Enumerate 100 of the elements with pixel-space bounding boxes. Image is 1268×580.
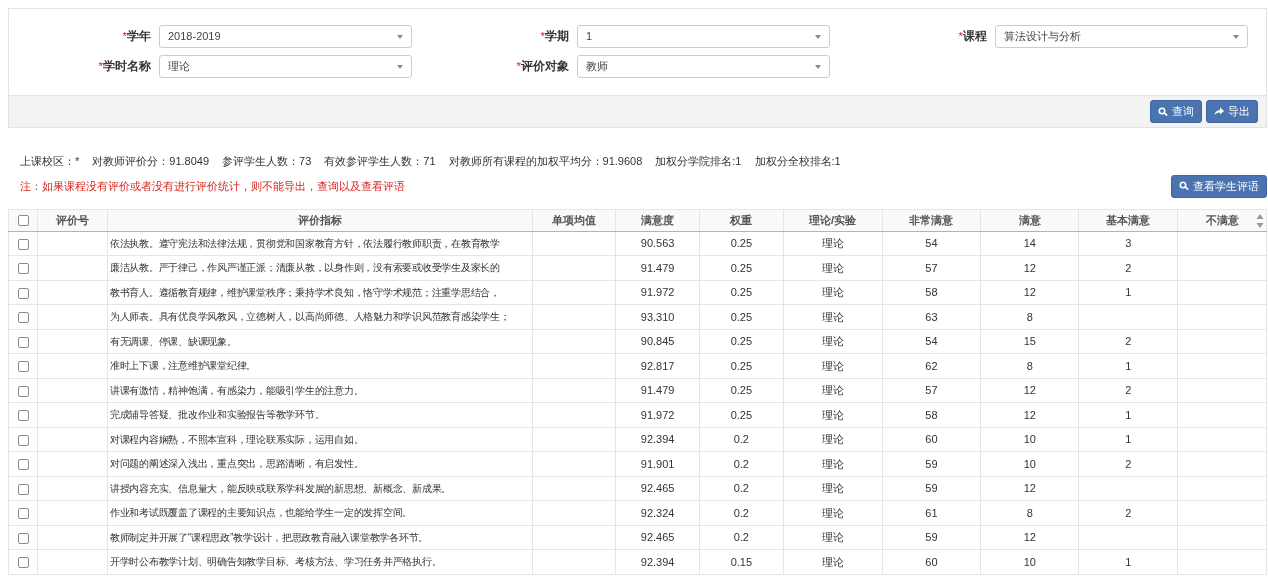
table-cell: 理论 (821, 335, 844, 347)
scroll-arrows-icon[interactable] (1256, 212, 1264, 229)
table-cell: 62 (925, 359, 938, 372)
table-cell: 理论 (821, 384, 844, 396)
field-label: *评价对象 (515, 58, 570, 74)
field-label: *课程 (957, 28, 988, 44)
table-cell: 12 (1023, 384, 1036, 396)
select-field[interactable]: 2018-2019 (159, 25, 412, 48)
row-checkbox[interactable] (17, 263, 29, 275)
table-cell: 理论 (821, 310, 844, 323)
table-cell: 0.2 (733, 482, 749, 494)
table-cell: 91.901 (640, 457, 675, 470)
table-cell: 91.479 (640, 261, 675, 274)
table-cell: 90.845 (640, 335, 675, 347)
table-cell: 92.394 (640, 555, 675, 568)
table-cell: 12 (1023, 408, 1036, 421)
dropdown-caret-icon (1233, 34, 1239, 39)
table-cell: 讲授内容充实、信息量大，能反映或联系学科发展的新思想、新概念、新成果。 (109, 482, 452, 494)
table-cell: 讲课有激情，精神饱满，有感染力，能吸引学生的注意力。 (109, 384, 364, 396)
table-cell: 91.479 (640, 384, 675, 396)
search-icon (1179, 181, 1189, 191)
table-cell: 开学时公布教学计划、明确告知教学目标、考核方法、学习任务并严格执行。 (109, 556, 442, 568)
table-cell: 10 (1023, 433, 1036, 445)
table-cell: 92.465 (640, 531, 675, 543)
table-cell: 理论 (821, 408, 844, 421)
table-cell: 14 (1023, 237, 1036, 249)
field-label: *学时名称 (97, 58, 152, 74)
table-cell: 59 (925, 531, 938, 543)
dropdown-caret-icon (815, 34, 821, 39)
summary-text: 参评学生人数：73 (222, 154, 312, 169)
table-cell: 92.817 (640, 359, 675, 372)
table-cell: 2 (1125, 457, 1132, 470)
table-cell: 58 (925, 286, 938, 298)
row-checkbox[interactable] (17, 459, 29, 471)
export-button[interactable]: 导出 (1206, 100, 1258, 123)
table-cell: 廉洁从教。严于律己，作风严谨正派；清廉从教，以身作则，没有索要或收受学生及家长的 (109, 262, 500, 274)
table-cell: 3 (1125, 237, 1132, 249)
row-checkbox[interactable] (17, 312, 29, 324)
table-cell: 93.310 (640, 310, 675, 323)
view-comments-button[interactable]: 查看学生评语 (1171, 174, 1267, 198)
table-cell: 理论 (821, 433, 844, 445)
select-field[interactable]: 1 (577, 25, 830, 48)
row-checkbox[interactable] (17, 238, 29, 250)
row-checkbox[interactable] (17, 361, 29, 373)
row-checkbox[interactable] (17, 532, 29, 544)
column-header: 权重 (699, 209, 784, 231)
row-checkbox[interactable] (17, 287, 29, 299)
column-header: 满意度 (615, 209, 700, 231)
table-cell: 57 (925, 384, 938, 396)
table-cell: 8 (1026, 506, 1033, 519)
table-cell: 0.25 (730, 237, 753, 249)
row-checkbox[interactable] (17, 483, 29, 495)
table-cell: 91.972 (640, 286, 675, 298)
table-cell: 12 (1023, 482, 1036, 494)
column-header: 理论/实验 (783, 209, 883, 231)
row-checkbox[interactable] (17, 410, 29, 422)
table-cell: 54 (925, 237, 938, 249)
column-header: 单项均值 (532, 209, 616, 231)
search-button[interactable]: 查询 (1150, 100, 1202, 123)
table-cell: 2 (1125, 384, 1132, 396)
table-cell: 54 (925, 335, 938, 347)
table-cell: 12 (1023, 531, 1036, 543)
table-cell: 1 (1125, 359, 1132, 372)
summary-text: 对教师所有课程的加权平均分：91.9608 (448, 154, 643, 169)
table-cell: 作业和考试既覆盖了课程的主要知识点，也能给学生一定的发挥空间。 (109, 507, 413, 519)
summary-text: 有效参评学生人数：71 (324, 154, 436, 169)
table-cell: 1 (1125, 433, 1132, 445)
table-cell: 理论 (821, 482, 844, 494)
row-checkbox[interactable] (17, 336, 29, 348)
row-checkbox[interactable] (17, 434, 29, 446)
table-cell: 0.25 (730, 359, 753, 372)
table-cell: 92.394 (640, 433, 675, 445)
table-cell: 理论 (821, 286, 844, 298)
table-cell: 理论 (821, 531, 844, 543)
row-checkbox[interactable] (17, 508, 29, 520)
table-cell: 0.25 (730, 286, 753, 298)
column-header: 评价指标 (107, 209, 533, 231)
table-cell: 60 (925, 555, 938, 568)
table-cell: 10 (1023, 555, 1036, 568)
table-cell: 58 (925, 408, 938, 421)
table-cell: 63 (925, 310, 938, 323)
table-cell: 92.465 (640, 482, 675, 494)
table-cell: 0.25 (730, 310, 753, 323)
select-field[interactable]: 算法设计与分析 (995, 25, 1248, 48)
table-cell: 0.2 (733, 506, 749, 519)
table-cell: 2 (1125, 261, 1132, 274)
row-checkbox[interactable] (17, 385, 29, 397)
table-cell: 59 (925, 482, 938, 494)
summary-text: 加权分全校排名:1 (754, 154, 841, 169)
table-cell: 91.972 (640, 408, 675, 421)
checkbox[interactable] (17, 215, 29, 227)
table-cell: 有无调课、停课、缺课现象。 (109, 335, 237, 347)
select-field[interactable]: 理论 (159, 55, 412, 78)
row-checkbox[interactable] (17, 557, 29, 569)
table-cell: 15 (1023, 335, 1036, 347)
select-field[interactable]: 教师 (577, 55, 830, 78)
table-cell: 1 (1125, 555, 1132, 568)
field-label: *学期 (539, 28, 570, 44)
table-cell: 2 (1125, 506, 1132, 519)
column-header: 非常满意 (882, 209, 981, 231)
